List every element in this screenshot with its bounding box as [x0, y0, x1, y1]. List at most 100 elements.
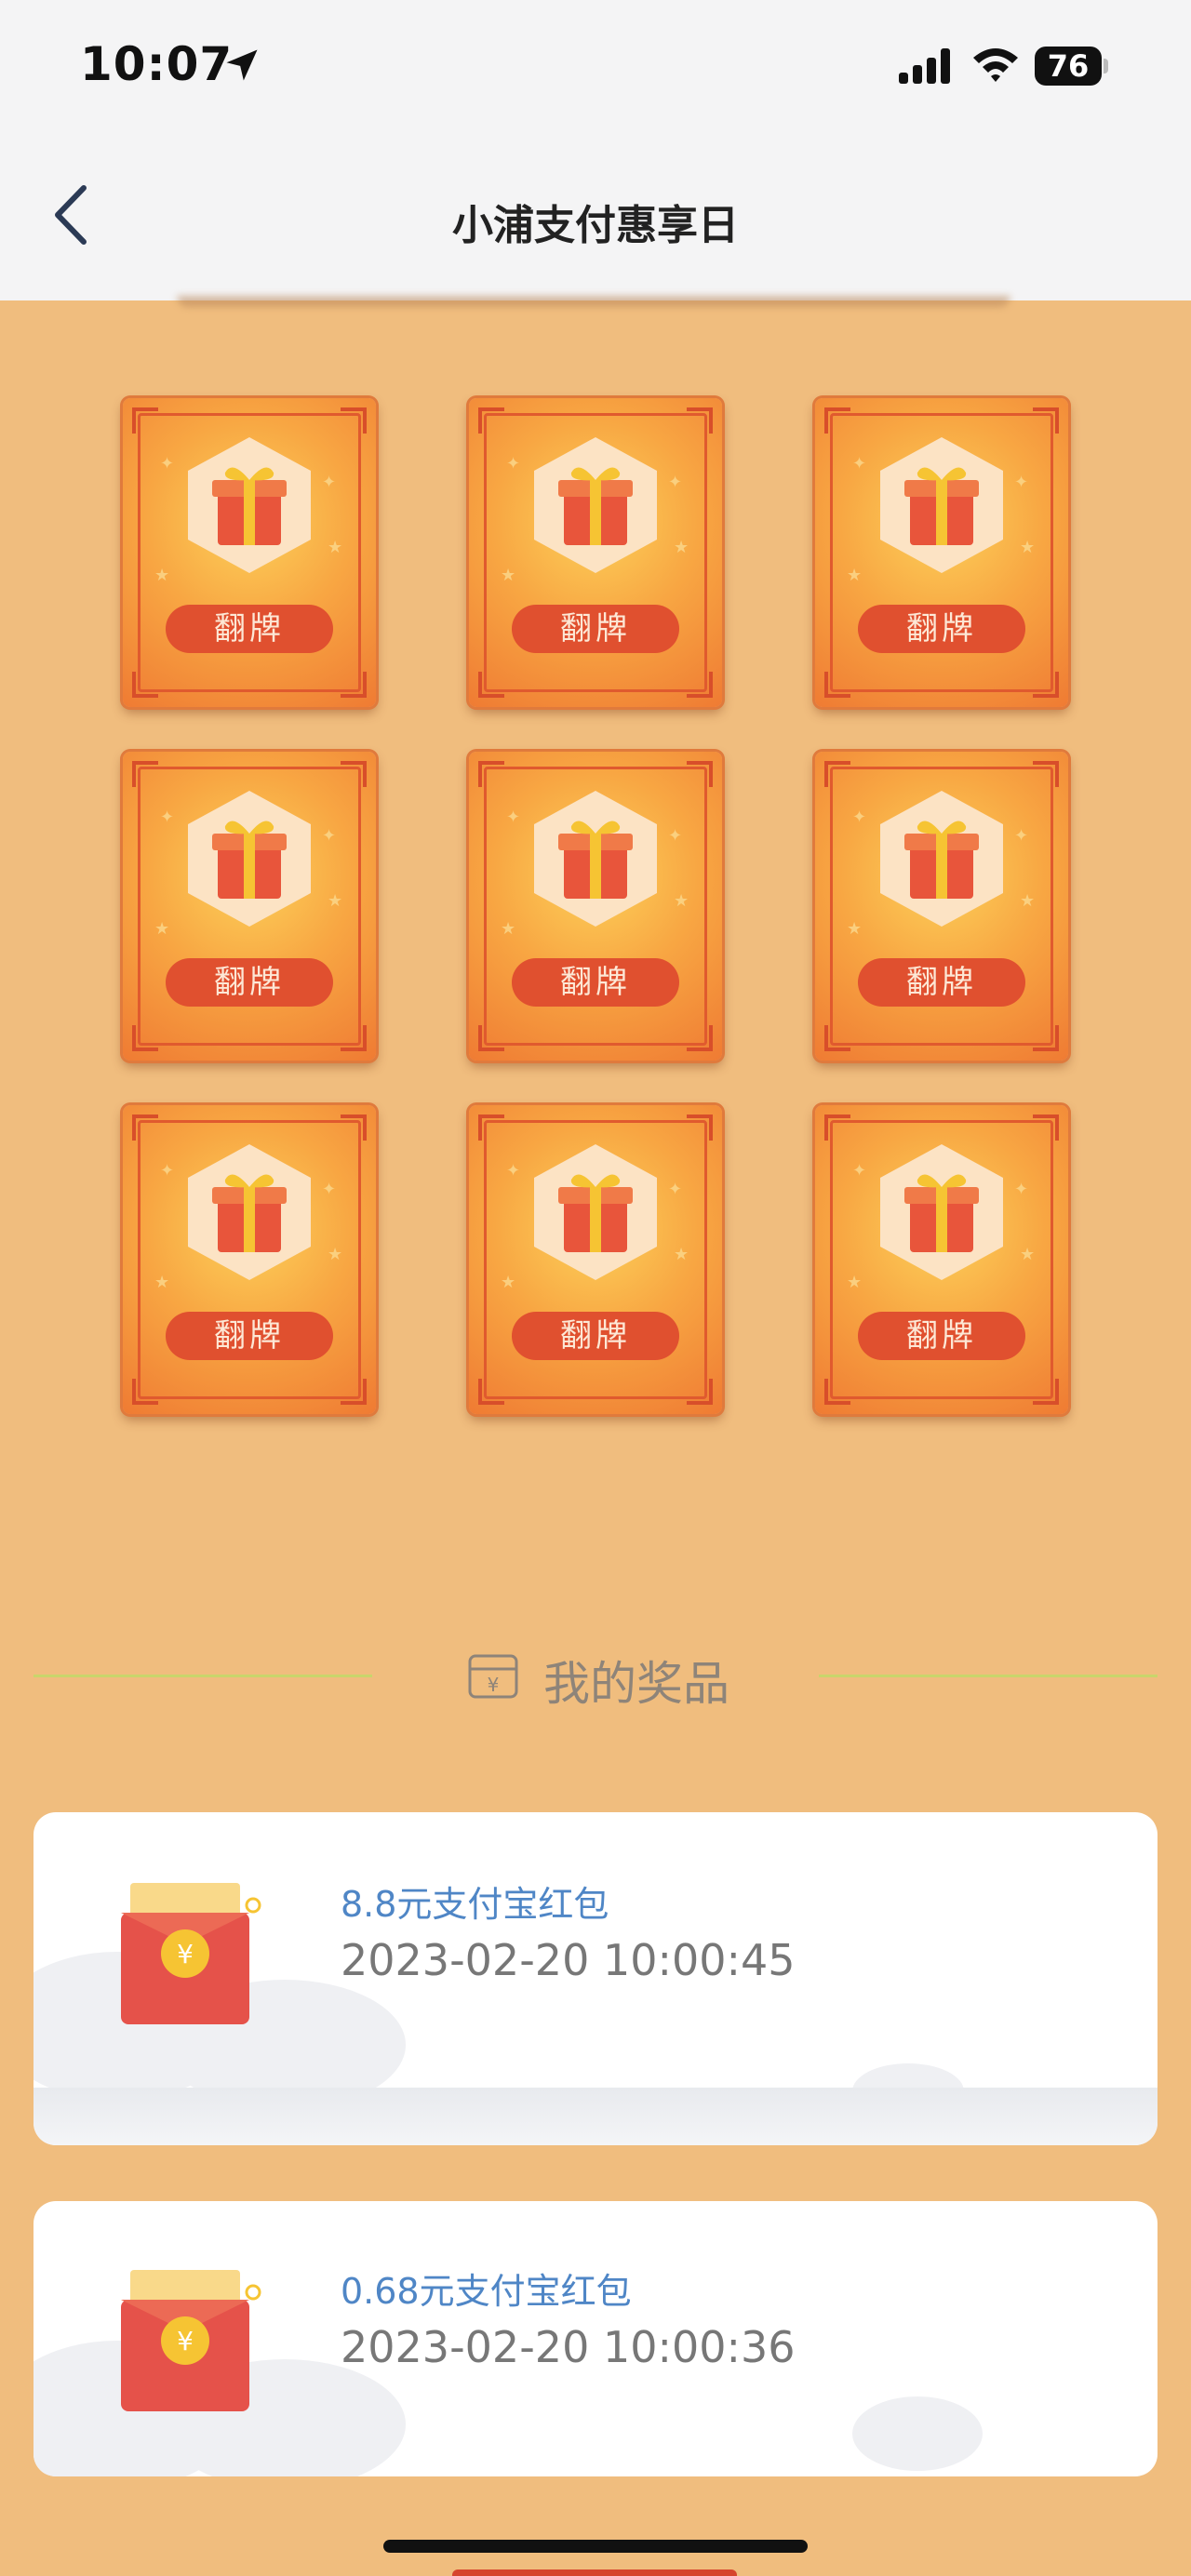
top-bar: 10:07 76 小浦支付惠享日 — [0, 0, 1191, 300]
gift-icon — [880, 1144, 1003, 1280]
star-decoration: ★ — [847, 1273, 863, 1292]
star-decoration: ★ — [501, 919, 516, 939]
flip-card[interactable]: ✦ ★ ★ ✦ 翻牌 — [123, 752, 376, 1061]
bottom-button-peek — [452, 2569, 737, 2576]
battery-cap — [1104, 59, 1108, 73]
prize-card[interactable]: ¥ 0.68元支付宝红包 2023-02-20 10:00:36 — [33, 2201, 1158, 2476]
svg-text:¥: ¥ — [177, 2326, 194, 2356]
star-decoration: ✦ — [668, 473, 683, 492]
battery-level: 76 — [1035, 47, 1102, 86]
gift-icon — [534, 437, 657, 573]
star-decoration: ★ — [1020, 1245, 1036, 1264]
red-envelope-icon: ¥ — [121, 1883, 261, 2024]
star-decoration: ★ — [154, 1273, 170, 1292]
cellular-signal-icon — [899, 48, 950, 84]
corner-ornament — [341, 407, 367, 434]
corner-ornament — [824, 672, 850, 698]
gift-icon — [534, 1144, 657, 1280]
flip-button[interactable]: 翻牌 — [166, 1312, 333, 1360]
star-decoration: ★ — [154, 919, 170, 939]
corner-ornament — [341, 1114, 367, 1141]
flip-card[interactable]: ✦ ★ ★ ✦ 翻牌 — [469, 1105, 722, 1414]
star-decoration: ✦ — [668, 826, 683, 846]
flip-button[interactable]: 翻牌 — [512, 1312, 679, 1360]
flip-card[interactable]: ✦ ★ ★ ✦ 翻牌 — [469, 398, 722, 707]
star-decoration: ★ — [328, 891, 343, 911]
star-decoration: ★ — [674, 1245, 689, 1264]
corner-ornament — [687, 1379, 713, 1405]
red-envelope-icon: ¥ — [121, 2270, 261, 2411]
prize-time: 2023-02-20 10:00:36 — [341, 2322, 796, 2372]
corner-ornament — [824, 1025, 850, 1051]
corner-ornament — [478, 1025, 504, 1051]
star-decoration: ★ — [328, 1245, 343, 1264]
flip-button[interactable]: 翻牌 — [858, 1312, 1025, 1360]
flip-button[interactable]: 翻牌 — [858, 958, 1025, 1007]
flip-card[interactable]: ✦ ★ ★ ✦ 翻牌 — [123, 1105, 376, 1414]
status-time: 10:07 — [80, 37, 234, 91]
corner-ornament — [1033, 1379, 1059, 1405]
star-decoration: ★ — [847, 919, 863, 939]
star-decoration: ★ — [154, 566, 170, 585]
corner-ornament — [687, 1114, 713, 1141]
star-decoration: ✦ — [322, 473, 337, 492]
corner-ornament — [132, 761, 158, 787]
corner-ornament — [1033, 1114, 1059, 1141]
flip-card-grid: ✦ ★ ★ ✦ 翻牌 ✦ ★ ★ ✦ 翻牌 ✦ ★ ★ ✦ 翻牌 ✦ ★ ★ ✦… — [123, 398, 1068, 1414]
flip-card[interactable]: ✦ ★ ★ ✦ 翻牌 — [815, 1105, 1068, 1414]
corner-ornament — [687, 1025, 713, 1051]
star-decoration: ✦ — [506, 454, 521, 474]
prize-card[interactable]: ¥ 8.8元支付宝红包 2023-02-20 10:00:45 — [33, 1812, 1158, 2145]
corner-ornament — [132, 407, 158, 434]
corner-ornament — [341, 761, 367, 787]
gift-icon — [188, 791, 311, 927]
gift-icon — [880, 791, 1003, 927]
corner-ornament — [132, 1114, 158, 1141]
star-decoration: ✦ — [160, 454, 175, 474]
my-prizes-header: ¥ 我的奖品 — [0, 1639, 1191, 1714]
star-decoration: ✦ — [322, 826, 337, 846]
page-title: 小浦支付惠享日 — [452, 202, 739, 249]
corner-ornament — [687, 407, 713, 434]
flip-card[interactable]: ✦ ★ ★ ✦ 翻牌 — [123, 398, 376, 707]
corner-ornament — [132, 1025, 158, 1051]
flip-card[interactable]: ✦ ★ ★ ✦ 翻牌 — [815, 752, 1068, 1061]
corner-ornament — [341, 1379, 367, 1405]
home-indicator[interactable] — [383, 2540, 808, 2553]
banner-shadow — [177, 296, 1010, 307]
star-decoration: ★ — [501, 1273, 516, 1292]
corner-ornament — [341, 1025, 367, 1051]
flip-card[interactable]: ✦ ★ ★ ✦ 翻牌 — [815, 398, 1068, 707]
prize-ticket-icon: ¥ — [468, 1654, 518, 1699]
star-decoration: ★ — [328, 538, 343, 557]
corner-ornament — [824, 407, 850, 434]
flip-button[interactable]: 翻牌 — [166, 958, 333, 1007]
gift-icon — [534, 791, 657, 927]
star-decoration: ✦ — [1014, 826, 1029, 846]
flip-card[interactable]: ✦ ★ ★ ✦ 翻牌 — [469, 752, 722, 1061]
divider-right — [819, 1675, 1158, 1677]
flip-button[interactable]: 翻牌 — [858, 605, 1025, 653]
corner-ornament — [687, 761, 713, 787]
corner-ornament — [478, 672, 504, 698]
flip-button[interactable]: 翻牌 — [512, 958, 679, 1007]
star-decoration: ✦ — [1014, 1180, 1029, 1199]
corner-ornament — [687, 672, 713, 698]
svg-text:¥: ¥ — [488, 1674, 500, 1696]
corner-ornament — [1033, 672, 1059, 698]
card-bottom-band — [33, 2088, 1158, 2145]
flip-button[interactable]: 翻牌 — [166, 605, 333, 653]
flip-button[interactable]: 翻牌 — [512, 605, 679, 653]
battery-indicator: 76 — [1035, 47, 1108, 86]
star-decoration: ✦ — [506, 808, 521, 827]
star-decoration: ✦ — [506, 1161, 521, 1181]
corner-ornament — [1033, 1025, 1059, 1051]
corner-ornament — [478, 1114, 504, 1141]
corner-ornament — [478, 761, 504, 787]
star-decoration: ✦ — [668, 1180, 683, 1199]
star-decoration: ✦ — [852, 454, 867, 474]
star-decoration: ★ — [674, 891, 689, 911]
gift-icon — [880, 437, 1003, 573]
corner-ornament — [824, 1114, 850, 1141]
star-decoration: ✦ — [160, 1161, 175, 1181]
